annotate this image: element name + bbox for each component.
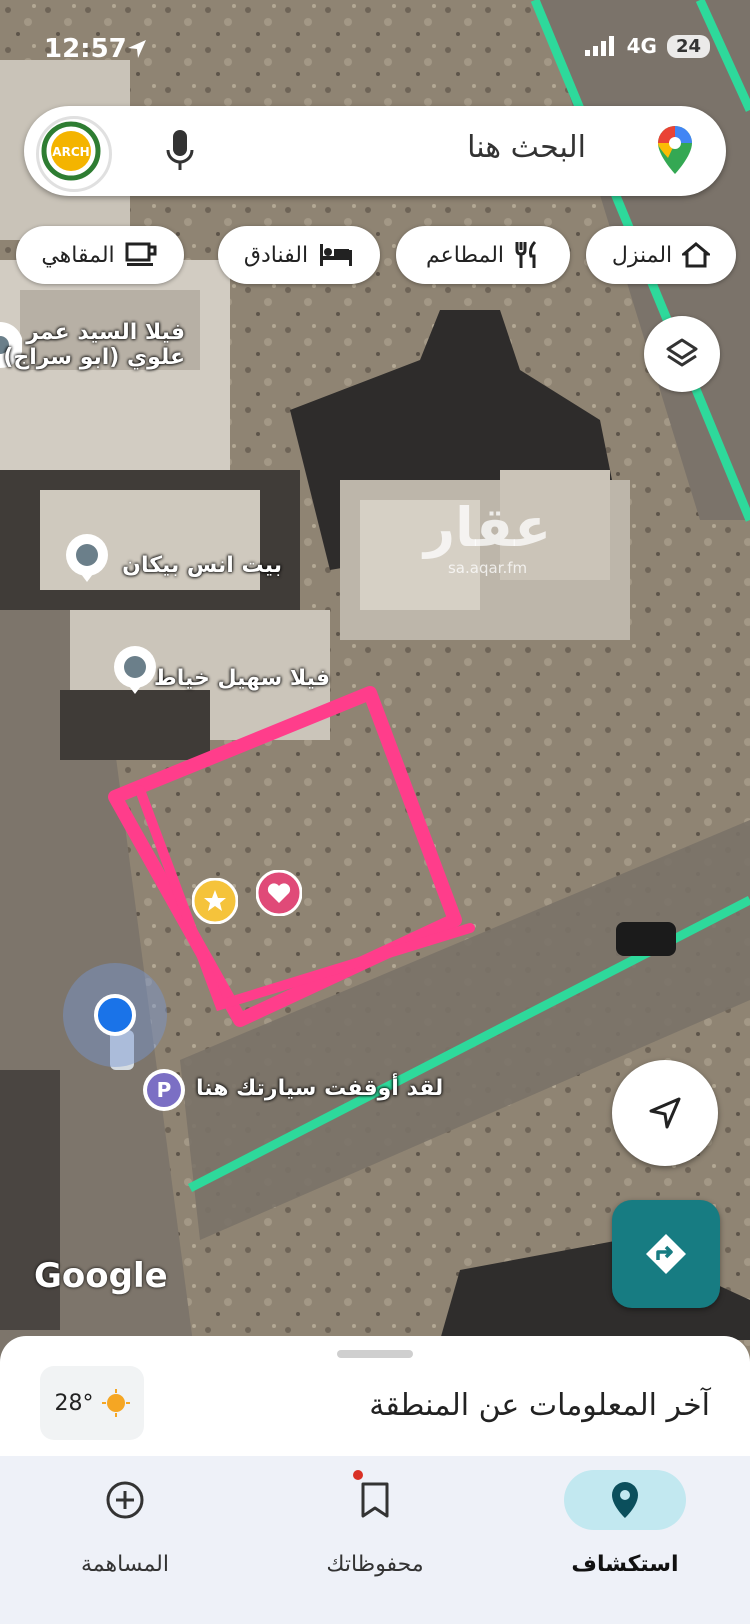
watermark-url: sa.aqar.fm <box>447 559 528 577</box>
chip-home[interactable]: المنزل <box>586 226 736 284</box>
tab-contribute[interactable]: المساهمة <box>0 1456 250 1624</box>
notification-dot <box>353 1470 363 1480</box>
search-input[interactable]: البحث هنا <box>467 130 586 165</box>
bottom-sheet[interactable]: 28° آخر المعلومات عن المنطقة <box>0 1336 750 1456</box>
parking-icon-text: P <box>157 1078 172 1102</box>
chip-label: الفنادق <box>243 242 309 268</box>
watermark: عقار sa.aqar.fm <box>424 496 551 577</box>
sheet-handle[interactable] <box>337 1350 413 1358</box>
place-label-villa-omar[interactable]: فيلا السيد عمر علوي (ابو سراج) <box>3 320 185 370</box>
tab-icon-wrap <box>564 1470 686 1530</box>
layers-button[interactable] <box>644 316 720 392</box>
directions-button[interactable] <box>612 1200 720 1308</box>
tab-label: استكشاف <box>571 1552 679 1577</box>
tab-label: محفوظاتك <box>326 1552 424 1577</box>
star-pin-icon[interactable] <box>191 877 239 928</box>
signal-icon <box>584 36 614 56</box>
heart-pin-icon[interactable] <box>255 869 303 920</box>
tab-saved[interactable]: محفوظاتك <box>250 1456 500 1624</box>
temperature: 28° <box>54 1390 94 1416</box>
status-time: 12:57 <box>44 34 127 64</box>
directions-icon <box>646 1234 686 1274</box>
avatar-text: ARCH <box>52 145 89 159</box>
battery-level: 24 <box>666 34 710 58</box>
search-bar[interactable]: ARCH البحث هنا <box>24 106 726 196</box>
tab-explore[interactable]: استكشاف <box>500 1456 750 1624</box>
sun-icon <box>101 1389 130 1417</box>
avatar[interactable]: ARCH <box>36 116 112 192</box>
category-chips: المنزل المطاعم الفنادق المقاهي <box>16 226 736 284</box>
plus-circle-icon <box>106 1481 144 1519</box>
hotel-icon <box>320 244 353 266</box>
status-bar: 12:57 4G 24 <box>0 28 750 68</box>
location-arrow-icon <box>128 40 146 58</box>
chip-label: المقاهي <box>41 242 115 268</box>
google-maps-pin-icon <box>658 126 692 178</box>
parking-icon[interactable]: P <box>142 1068 186 1116</box>
place-pin-icon[interactable] <box>64 532 110 586</box>
restaurant-icon <box>515 240 537 268</box>
network-type: 4G <box>626 34 657 58</box>
place-label-line: فيلا السيد عمر <box>26 320 185 345</box>
sheet-title: آخر المعلومات عن المنطقة <box>369 1388 710 1423</box>
chip-label: المنزل <box>611 242 673 268</box>
chip-restaurants[interactable]: المطاعم <box>396 226 570 284</box>
tab-icon-wrap <box>314 1470 436 1530</box>
layers-icon <box>666 338 698 367</box>
my-location-icon <box>60 960 170 1074</box>
place-label-anas[interactable]: بيت انس بيكان <box>122 553 282 578</box>
location-pin-icon <box>612 1482 638 1518</box>
bottom-navigation: المساهمة محفوظاتك استكشاف <box>0 1456 750 1624</box>
parking-label[interactable]: لقد أوقفت سيارتك هنا <box>196 1076 443 1101</box>
home-icon <box>682 242 711 268</box>
cafe-icon <box>125 242 157 266</box>
place-pin-icon[interactable] <box>112 644 158 698</box>
navigation-arrow-icon <box>649 1097 681 1129</box>
bookmark-icon <box>361 1482 389 1518</box>
tab-label: المساهمة <box>81 1552 169 1577</box>
my-location-button[interactable] <box>612 1060 718 1166</box>
chip-label: المطاعم <box>425 242 505 268</box>
google-attribution: Google <box>34 1256 168 1296</box>
tab-icon-wrap <box>64 1470 186 1530</box>
mic-icon[interactable] <box>166 130 194 176</box>
chip-hotels[interactable]: الفنادق <box>218 226 380 284</box>
weather-chip[interactable]: 28° <box>40 1366 144 1440</box>
place-label-suhail[interactable]: فيلا سهيل خياط <box>154 666 330 691</box>
watermark-logo: عقار <box>424 496 552 559</box>
chip-cafes[interactable]: المقاهي <box>16 226 184 284</box>
place-label-line: علوي (ابو سراج) <box>3 345 185 370</box>
